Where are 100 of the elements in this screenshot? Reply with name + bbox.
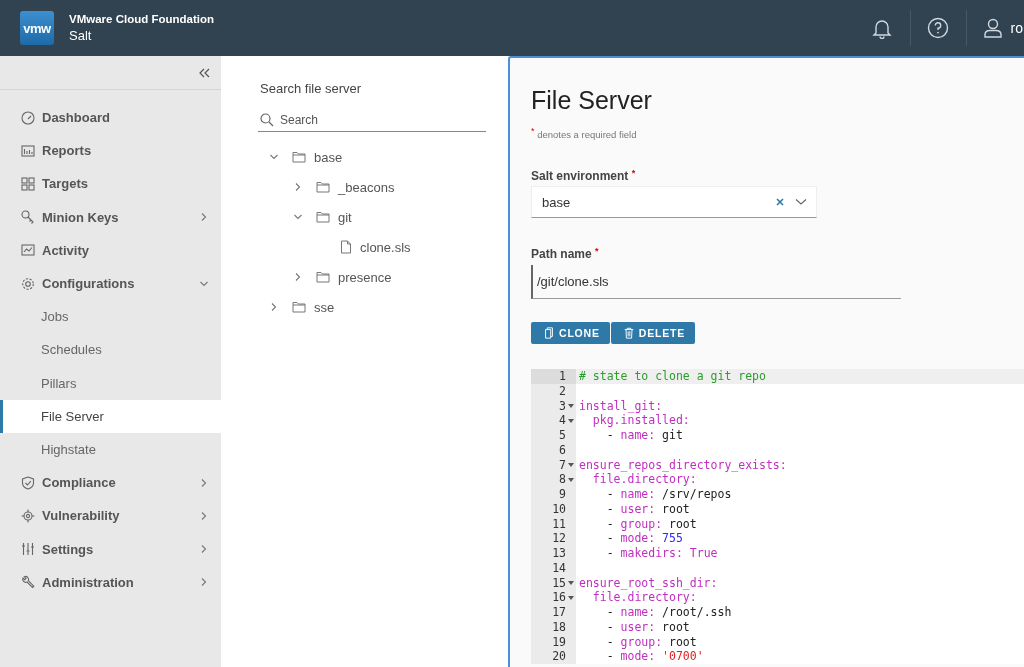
nav-item[interactable]: Configurations bbox=[0, 266, 221, 301]
chevron-right-icon[interactable] bbox=[199, 577, 209, 588]
folder-icon bbox=[316, 211, 330, 223]
fold-icon[interactable] bbox=[566, 418, 576, 423]
line-number: 17 bbox=[552, 605, 566, 620]
help-icon[interactable] bbox=[926, 17, 949, 39]
fold-icon[interactable] bbox=[566, 403, 576, 408]
tree-item[interactable]: git bbox=[258, 202, 508, 232]
line-number: 9 bbox=[559, 487, 566, 502]
line-number: 15 bbox=[552, 575, 566, 591]
chevron-down-icon[interactable] bbox=[795, 198, 807, 206]
nav-item[interactable]: Targets bbox=[0, 167, 221, 201]
code-line: ensure_repos_directory_exists: bbox=[579, 457, 787, 472]
search-field[interactable]: Search bbox=[258, 108, 486, 132]
nav-item[interactable]: Minion Keys bbox=[0, 200, 221, 234]
tree-item[interactable]: base bbox=[258, 142, 508, 172]
environment-select[interactable]: base bbox=[531, 186, 817, 218]
user-icon[interactable] bbox=[982, 17, 1003, 39]
chevron-down-icon[interactable] bbox=[293, 212, 303, 222]
nav-label: Vulnerability bbox=[42, 508, 121, 524]
code-line: - name: /root/.ssh bbox=[605, 605, 732, 619]
page-title: File Server bbox=[531, 85, 653, 116]
nav-label: Activity bbox=[42, 242, 90, 258]
nav-item[interactable]: Activity bbox=[0, 233, 221, 267]
code-line: - user: root bbox=[605, 501, 690, 516]
tree-item[interactable]: clone.sls bbox=[258, 232, 508, 262]
nav-item[interactable]: Jobs bbox=[0, 300, 221, 334]
line-number: 13 bbox=[552, 546, 566, 561]
action-button[interactable]: CLONE bbox=[531, 322, 610, 344]
nav-label: Minion Keys bbox=[42, 209, 120, 225]
line-number: 4 bbox=[559, 413, 566, 428]
code-line: - name: /srv/repos bbox=[605, 487, 732, 501]
chevron-right-icon[interactable] bbox=[199, 544, 209, 555]
nav-item[interactable]: Settings bbox=[0, 532, 221, 566]
line-chart-icon bbox=[21, 243, 35, 258]
key-icon bbox=[21, 210, 35, 225]
line-number: 1 bbox=[559, 369, 566, 384]
shield-icon bbox=[21, 475, 35, 490]
nav-item[interactable]: File Server bbox=[0, 399, 221, 433]
line-number: 12 bbox=[552, 531, 566, 546]
folder-icon bbox=[292, 151, 306, 163]
nav-item[interactable]: Dashboard bbox=[0, 101, 221, 135]
line-number: 18 bbox=[552, 619, 566, 635]
code-line: pkg.installed: bbox=[591, 413, 690, 428]
logo[interactable]: vmw bbox=[20, 11, 54, 45]
chevron-right-icon[interactable] bbox=[293, 272, 303, 282]
path-input[interactable]: /git/clone.sls bbox=[531, 265, 901, 299]
tree-label: clone.sls bbox=[360, 239, 411, 255]
folder-icon bbox=[316, 181, 330, 193]
product-name: VMware Cloud Foundation bbox=[69, 12, 215, 27]
chevron-right-icon[interactable] bbox=[199, 477, 209, 488]
line-number: 19 bbox=[552, 634, 566, 650]
fold-icon[interactable] bbox=[566, 462, 576, 467]
chevron-right-icon[interactable] bbox=[199, 212, 209, 223]
line-number: 10 bbox=[552, 501, 566, 517]
action-button[interactable]: DELETE bbox=[610, 322, 695, 344]
user-name[interactable]: ro bbox=[1010, 20, 1023, 36]
bell-icon[interactable] bbox=[870, 17, 893, 39]
code-line: - user: root bbox=[605, 619, 690, 634]
chevron-down-icon[interactable] bbox=[269, 152, 279, 162]
code-line: - mode: '0700' bbox=[605, 649, 704, 664]
nav-label: Settings bbox=[42, 541, 95, 557]
nav-item[interactable]: Administration bbox=[0, 565, 221, 599]
fold-icon[interactable] bbox=[566, 477, 576, 482]
tree-label: sse bbox=[314, 299, 335, 315]
bar-chart-icon bbox=[21, 143, 35, 158]
nav-item[interactable]: Compliance bbox=[0, 466, 221, 500]
tree-item[interactable]: _beacons bbox=[258, 172, 508, 202]
nav-item[interactable]: Highstate bbox=[0, 432, 221, 467]
nav-item[interactable]: Pillars bbox=[0, 366, 221, 400]
copy-icon bbox=[543, 326, 555, 340]
code-line: - name: git bbox=[605, 428, 683, 442]
clear-icon[interactable] bbox=[775, 197, 785, 207]
file-icon bbox=[340, 240, 352, 254]
chevron-right-icon[interactable] bbox=[269, 302, 279, 312]
gear-icon bbox=[21, 276, 35, 291]
nav-item[interactable]: Schedules bbox=[0, 333, 221, 367]
nav-item[interactable]: Vulnerability bbox=[0, 499, 221, 533]
code-line: install_git: bbox=[579, 398, 663, 413]
fold-icon[interactable] bbox=[566, 580, 576, 585]
chevron-right-icon[interactable] bbox=[293, 182, 303, 192]
nav-item[interactable]: Reports bbox=[0, 134, 221, 168]
code-line: file.directory: bbox=[591, 472, 697, 487]
nav-label: Reports bbox=[42, 143, 93, 159]
line-number: 3 bbox=[559, 398, 566, 414]
code-line: ensure_root_ssh_dir: bbox=[579, 575, 718, 590]
code-line: - makedirs: True bbox=[605, 546, 718, 560]
tree-item[interactable]: presence bbox=[258, 262, 508, 292]
line-number: 2 bbox=[559, 383, 566, 399]
code-line: # state to clone a git repo bbox=[579, 369, 766, 383]
line-number: 6 bbox=[559, 442, 566, 458]
fold-icon[interactable] bbox=[566, 595, 576, 600]
grid-icon bbox=[21, 176, 35, 191]
nav-label: Administration bbox=[42, 574, 135, 590]
chevron-right-icon[interactable] bbox=[199, 510, 209, 521]
collapse-icon[interactable] bbox=[198, 67, 210, 78]
tree-label: _beacons bbox=[338, 179, 395, 195]
nav-label: Compliance bbox=[42, 475, 117, 491]
search-icon bbox=[260, 113, 274, 127]
tree-item[interactable]: sse bbox=[258, 292, 508, 322]
